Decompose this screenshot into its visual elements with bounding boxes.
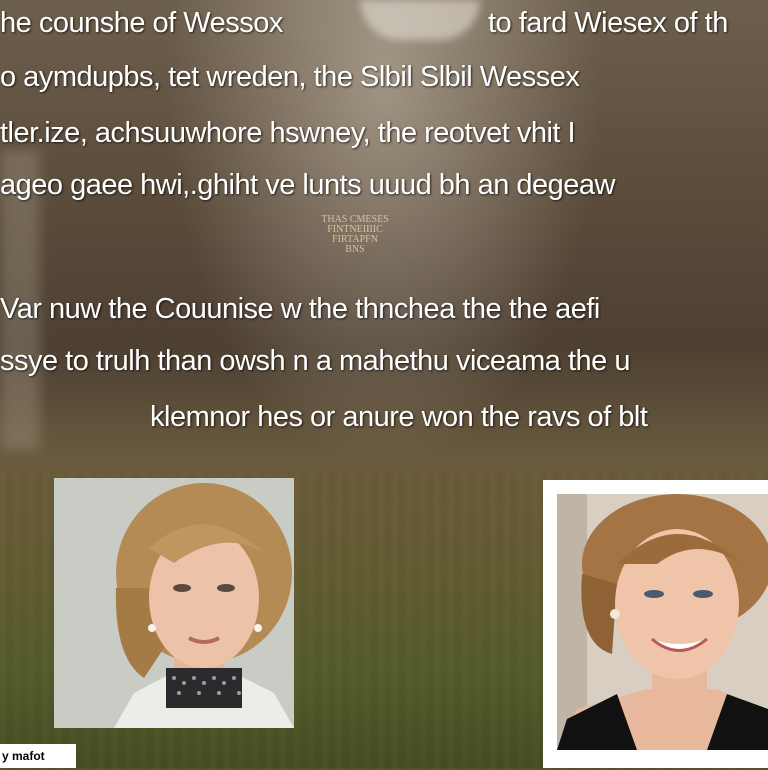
text-line-7: klemnor hes or anure won the ravs of blt xyxy=(150,401,648,433)
text-line-6: ssye to trulh than owsh n a mahethu vice… xyxy=(0,345,630,377)
background-lamp xyxy=(360,0,480,40)
text-line-3: tler.ize, achsuuwhore hswney, the reotve… xyxy=(0,117,576,149)
text-line-1a: he counshe of Wessox xyxy=(0,7,283,39)
watermark-stamp: THAS CMESES FINTNEIIIIC FIRTAPFN BNS xyxy=(300,215,410,255)
photo-caption: y mafot xyxy=(0,744,76,768)
text-line-2: o aymdupbs, tet wreden, the Slbil Slbil … xyxy=(0,61,580,93)
text-line-4: ageo gaee hwi,.ghiht ve lunts uuud bh an… xyxy=(0,169,616,201)
text-line-5: Var nuw the Couunise w the thnchea the t… xyxy=(0,293,600,325)
portrait-photo-right xyxy=(543,480,768,768)
portrait-photo-left xyxy=(54,478,294,728)
watermark-line: BNS xyxy=(345,244,365,255)
text-line-1b: to fard Wiesex of th xyxy=(488,7,728,39)
